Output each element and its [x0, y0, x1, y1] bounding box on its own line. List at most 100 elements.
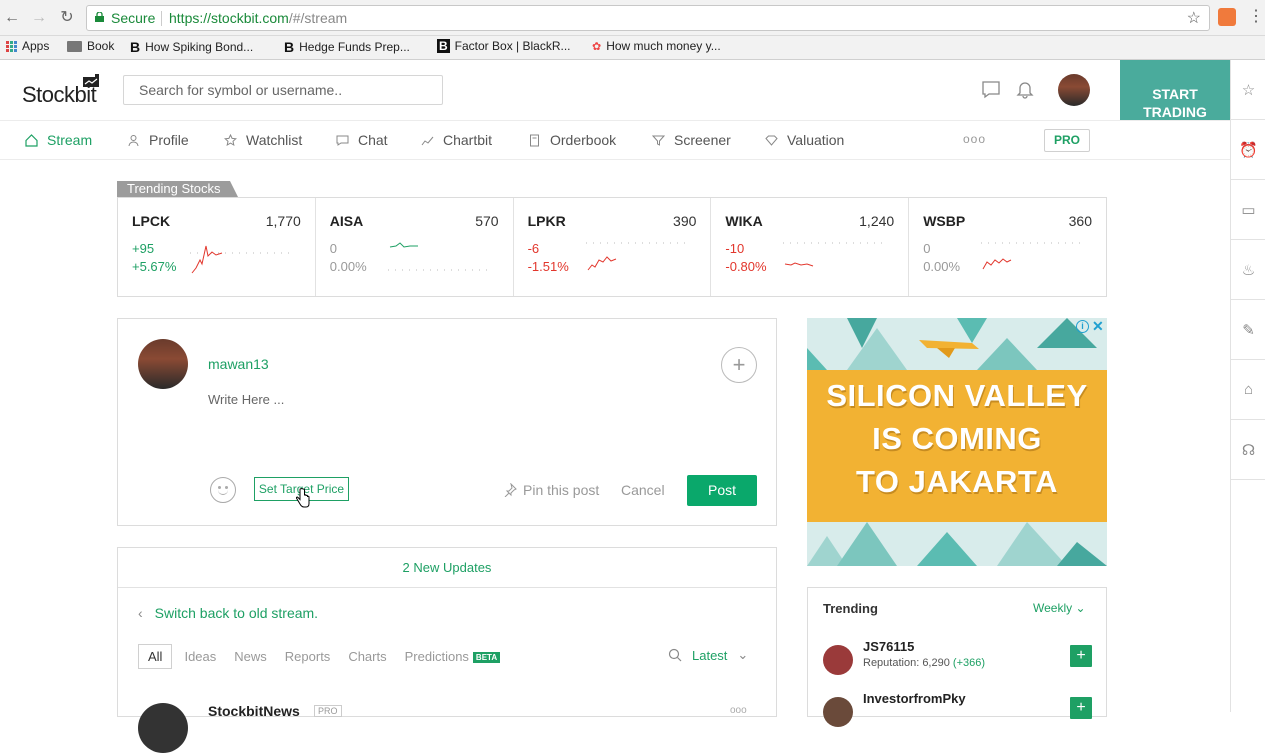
sort-dropdown[interactable]: Latest ⌄ [668, 647, 748, 663]
sort-label: Latest [692, 647, 728, 663]
composer-username[interactable]: mawan13 [208, 356, 269, 372]
back-icon[interactable]: ← [2, 8, 22, 28]
folder-icon [67, 40, 82, 52]
switch-back-link[interactable]: ‹ Switch back to old stream. [138, 605, 318, 621]
ad-pattern-bottom [807, 522, 1107, 566]
stock-sparkline [783, 242, 884, 267]
book-icon [530, 134, 539, 146]
user-avatar[interactable] [1058, 74, 1090, 106]
follow-plus-button[interactable]: + [1070, 697, 1092, 719]
pin-post-toggle[interactable]: Pin this post [503, 482, 599, 498]
stock-symbol: WIKA [725, 213, 763, 229]
hand-cursor-icon [296, 488, 310, 508]
nav-more-icon[interactable]: ooo [963, 132, 986, 146]
follow-plus-button[interactable]: + [1070, 645, 1092, 667]
extension-icon[interactable] [1218, 8, 1236, 26]
lock-icon [95, 12, 104, 22]
right-rail: ☆ ⏰ ▭ ♨ ✎ ⌂ ☊ [1230, 60, 1265, 712]
notification-bell-icon[interactable] [1014, 78, 1036, 100]
filter-charts[interactable]: Charts [348, 649, 386, 664]
filter-news[interactable]: News [234, 649, 267, 664]
stock-card-wsbp[interactable]: WSBP 360 0 0.00% [909, 198, 1106, 296]
post-pro-badge: PRO [314, 705, 342, 717]
stock-card-aisa[interactable]: AISA 570 0 0.00% [316, 198, 514, 296]
bookmark-apps[interactable]: Apps [6, 39, 49, 53]
bookmark-how-much-money[interactable]: ✿ How much money y... [592, 39, 721, 53]
beta-badge: BETA [472, 652, 501, 664]
ad-info-icon[interactable]: i [1076, 320, 1089, 333]
post-author-name[interactable]: StockbitNews [208, 703, 300, 719]
bookmark-book[interactable]: Book [67, 39, 114, 53]
post-textarea[interactable]: Write Here ... [208, 392, 284, 407]
rail-pencil-icon[interactable]: ✎ [1231, 300, 1265, 360]
bookmark-label: Hedge Funds Prep... [299, 40, 410, 54]
filter-all[interactable]: All [138, 644, 173, 669]
add-attachment-plus-icon[interactable]: + [721, 347, 757, 383]
rail-chat-icon[interactable]: ▭ [1231, 180, 1265, 240]
nav-screener[interactable]: Screener [652, 132, 731, 148]
rail-watchlist-star-icon[interactable]: ☆ [1231, 60, 1265, 120]
browser-menu-icon[interactable]: ⋮ [1248, 7, 1264, 27]
advertisement-banner[interactable]: SILICON VALLEY IS COMING TO JAKARTA i ✕ [807, 318, 1107, 566]
diamond-icon [765, 135, 778, 146]
nav-stream[interactable]: Stream [25, 132, 92, 148]
stock-card-wika[interactable]: WIKA 1,240 -10 -0.80% [711, 198, 910, 296]
logo-chart-icon [83, 74, 99, 87]
switch-back-label: Switch back to old stream. [154, 605, 319, 621]
rail-bank-icon[interactable]: ⌂ [1231, 360, 1265, 420]
stock-sparkline [585, 242, 686, 271]
post-more-icon[interactable]: ooo [730, 705, 747, 716]
stock-price: 1,770 [265, 213, 301, 229]
nav-valuation[interactable]: Valuation [765, 132, 844, 148]
trending-user-name[interactable]: InvestorfromPky [863, 691, 966, 706]
reputation-delta: (+366) [952, 657, 986, 669]
chat-bubble-icon [336, 135, 349, 146]
new-updates-banner[interactable]: 2 New Updates [118, 548, 776, 588]
stock-card-lpkr[interactable]: LPKR 390 -6 -1.51% [514, 198, 712, 296]
pro-button[interactable]: PRO [1044, 129, 1090, 152]
bookmark-star-icon[interactable]: ☆ [1187, 8, 1201, 28]
search-icon[interactable] [668, 648, 682, 662]
chat-icon[interactable] [980, 78, 1002, 100]
nav-label: Watchlist [246, 132, 303, 148]
filter-predictions[interactable]: Predictions BETA [405, 649, 501, 664]
trending-user-row[interactable]: InvestorfromPky + [823, 691, 1093, 737]
nav-chartbit[interactable]: Chartbit [421, 132, 492, 148]
url-text: https://stockbit.com/#/stream [169, 10, 347, 26]
stock-card-lpck[interactable]: LPCK 1,770 +95 +5.67% [118, 198, 316, 296]
nav-chat[interactable]: Chat [336, 132, 388, 148]
url-path: /#/stream [288, 10, 348, 26]
chevron-left-icon: ‹ [138, 605, 143, 621]
emoji-smiley-icon[interactable] [210, 477, 236, 503]
bookmark-label: Book [87, 39, 115, 53]
bookmark-factor-box[interactable]: B Factor Box | BlackR... [437, 39, 571, 53]
search-input[interactable] [123, 75, 443, 105]
nav-orderbook[interactable]: Orderbook [528, 132, 616, 148]
ad-triangle-pattern [807, 522, 1107, 566]
rail-alarm-icon[interactable]: ⏰ [1231, 120, 1265, 180]
filter-ideas[interactable]: Ideas [184, 649, 216, 664]
period-dropdown[interactable]: Weekly ⌄ [1033, 601, 1086, 615]
nav-profile[interactable]: Profile [127, 132, 189, 148]
bookmark-hedge-funds[interactable]: B Hedge Funds Prep... [284, 39, 410, 55]
reputation-text: Reputation: 6,290 [863, 657, 950, 669]
bookmark-spiking-bond[interactable]: B How Spiking Bond... [130, 39, 253, 55]
forward-icon[interactable]: → [29, 8, 49, 28]
nav-watchlist[interactable]: Watchlist [224, 132, 302, 148]
address-bar[interactable]: Secure https://stockbit.com/#/stream ☆ [86, 5, 1210, 31]
reload-icon[interactable]: ↻ [57, 8, 77, 28]
filter-reports[interactable]: Reports [285, 649, 331, 664]
chevron-down-icon: ⌄ [737, 647, 749, 662]
post-author-avatar[interactable] [138, 703, 188, 753]
post-button[interactable]: Post [687, 475, 757, 506]
pin-label: Pin this post [523, 482, 600, 498]
trending-user-name[interactable]: JS76115 [863, 639, 914, 654]
rail-fire-icon[interactable]: ♨ [1231, 240, 1265, 300]
ad-close-icon[interactable]: ✕ [1092, 318, 1104, 335]
ad-headline-line-3: TO JAKARTA [856, 464, 1058, 499]
stock-percent: 0.00% [329, 259, 367, 274]
ad-headline-line-2: IS COMING [872, 421, 1042, 456]
trending-user-row[interactable]: JS76115 Reputation: 6,290 (+366) + [823, 639, 1093, 685]
rail-headset-icon[interactable]: ☊ [1231, 420, 1265, 480]
cancel-button[interactable]: Cancel [621, 482, 665, 498]
